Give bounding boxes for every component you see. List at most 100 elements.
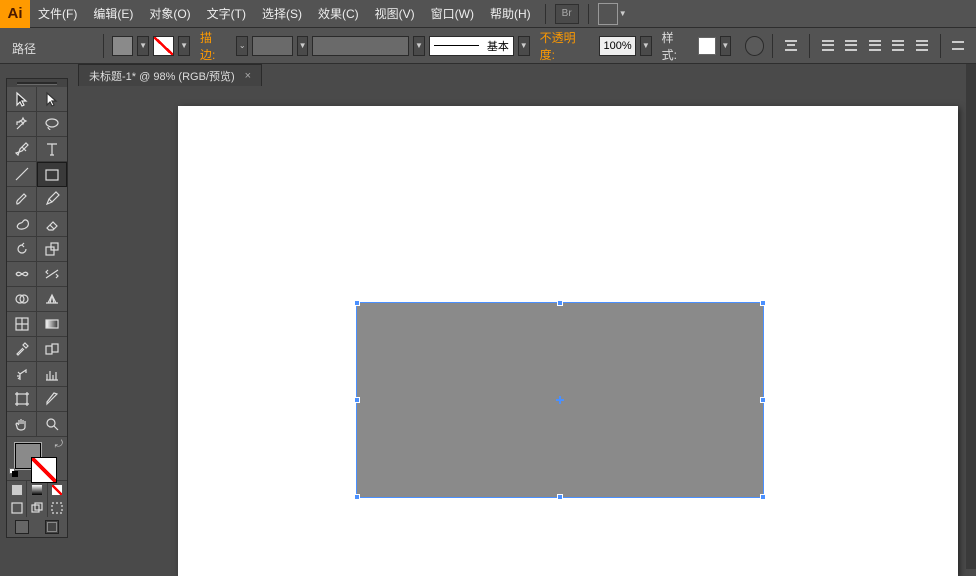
recolor-artwork-icon[interactable] bbox=[745, 36, 764, 56]
align-3-icon[interactable] bbox=[865, 36, 885, 56]
gradient-tool[interactable] bbox=[37, 312, 67, 337]
app-logo: Ai bbox=[0, 0, 30, 28]
tools-grip[interactable] bbox=[7, 79, 67, 87]
separator bbox=[809, 34, 810, 58]
stroke-weight-dd[interactable]: ▼ bbox=[297, 36, 309, 56]
separator bbox=[772, 34, 773, 58]
mesh-tool[interactable] bbox=[7, 312, 37, 337]
symbol-sprayer-tool[interactable] bbox=[7, 362, 37, 387]
style-label: 样式: bbox=[656, 29, 694, 63]
menu-bar: Ai 文件(F) 编辑(E) 对象(O) 文字(T) 选择(S) 效果(C) 视… bbox=[0, 0, 976, 28]
paintbrush-tool[interactable] bbox=[7, 187, 37, 212]
blend-tool[interactable] bbox=[37, 337, 67, 362]
draw-behind-icon[interactable] bbox=[27, 499, 47, 517]
pen-tool[interactable] bbox=[7, 137, 37, 162]
screen-mode-full[interactable] bbox=[45, 520, 59, 534]
screen-mode-row bbox=[7, 517, 67, 537]
pencil-tool[interactable] bbox=[37, 187, 67, 212]
rotate-tool[interactable] bbox=[7, 237, 37, 262]
stroke-color-box[interactable] bbox=[31, 457, 57, 483]
align-4-icon[interactable] bbox=[888, 36, 908, 56]
opacity-dd[interactable]: ▼ bbox=[640, 36, 652, 56]
stroke-weight-down[interactable]: ⌄ bbox=[236, 36, 248, 56]
separator bbox=[545, 4, 546, 24]
separator bbox=[588, 4, 589, 24]
selection-tool[interactable] bbox=[7, 87, 37, 112]
magic-wand-tool[interactable] bbox=[7, 112, 37, 137]
fill-swatch[interactable] bbox=[112, 36, 133, 56]
line-tool[interactable] bbox=[7, 162, 37, 187]
stroke-swatch[interactable] bbox=[153, 36, 174, 56]
graphic-style-swatch[interactable] bbox=[698, 37, 715, 55]
draw-normal-icon[interactable] bbox=[7, 499, 27, 517]
eyedropper-tool[interactable] bbox=[7, 337, 37, 362]
menu-effect[interactable]: 效果(C) bbox=[310, 0, 367, 28]
brush-definition[interactable]: 基本 bbox=[429, 36, 514, 56]
color-mode-gradient[interactable] bbox=[27, 481, 47, 499]
align-2-icon[interactable] bbox=[841, 36, 861, 56]
menu-select[interactable]: 选择(S) bbox=[254, 0, 310, 28]
free-transform-tool[interactable] bbox=[37, 262, 67, 287]
rectangle-shape[interactable] bbox=[356, 302, 764, 498]
align-1-icon[interactable] bbox=[818, 36, 838, 56]
screen-mode-normal[interactable] bbox=[15, 520, 29, 534]
scale-tool[interactable] bbox=[37, 237, 67, 262]
zoom-tool[interactable] bbox=[37, 412, 67, 437]
document-tabs: 未标题-1* @ 98% (RGB/预览) × bbox=[78, 64, 262, 86]
brush-dd[interactable]: ▼ bbox=[518, 36, 530, 56]
align-left-icon[interactable] bbox=[781, 36, 801, 56]
stroke-weight-field[interactable] bbox=[252, 36, 293, 56]
opacity-field[interactable]: 100% bbox=[599, 36, 636, 56]
draw-inside-icon[interactable] bbox=[48, 499, 67, 517]
fill-dropdown[interactable]: ▼ bbox=[137, 36, 149, 56]
rectangle-tool[interactable] bbox=[37, 162, 67, 187]
variable-width-profile[interactable] bbox=[312, 36, 409, 56]
direct-selection-tool[interactable] bbox=[37, 87, 67, 112]
menu-object[interactable]: 对象(O) bbox=[141, 0, 198, 28]
artboard[interactable] bbox=[178, 106, 958, 576]
close-tab-icon[interactable]: × bbox=[245, 70, 251, 82]
type-tool[interactable] bbox=[37, 137, 67, 162]
default-fill-stroke-icon[interactable] bbox=[9, 468, 19, 478]
align-5-icon[interactable] bbox=[912, 36, 932, 56]
canvas-area[interactable] bbox=[78, 86, 976, 569]
stroke-dropdown[interactable]: ▼ bbox=[178, 36, 190, 56]
document-tab-title: 未标题-1* @ 98% (RGB/预览) bbox=[89, 68, 235, 84]
options-bar: ▼ ▼ 描边: ⌄ ▼ ▼ 基本 ▼ 不透明度: 100% ▼ 样式: ▼ bbox=[0, 28, 976, 64]
perspective-grid-tool[interactable] bbox=[37, 287, 67, 312]
blob-brush-tool[interactable] bbox=[7, 212, 37, 237]
eraser-tool[interactable] bbox=[37, 212, 67, 237]
separator bbox=[103, 34, 104, 58]
width-tool[interactable] bbox=[7, 262, 37, 287]
graphic-style-dd[interactable]: ▼ bbox=[720, 36, 732, 56]
variable-width-dd[interactable]: ▼ bbox=[413, 36, 425, 56]
menu-type[interactable]: 文字(T) bbox=[199, 0, 254, 28]
stroke-label: 描边: bbox=[194, 29, 232, 63]
swap-fill-stroke-icon[interactable]: ⤾ bbox=[55, 439, 63, 450]
shape-builder-tool[interactable] bbox=[7, 287, 37, 312]
slice-tool[interactable] bbox=[37, 387, 67, 412]
draw-mode-row bbox=[7, 499, 67, 517]
opacity-label: 不透明度: bbox=[534, 29, 596, 63]
menu-help[interactable]: 帮助(H) bbox=[482, 0, 539, 28]
column-graph-tool[interactable] bbox=[37, 362, 67, 387]
transform-icon[interactable] bbox=[949, 36, 969, 56]
menu-edit[interactable]: 编辑(E) bbox=[85, 0, 141, 28]
hand-tool[interactable] bbox=[7, 412, 37, 437]
selection-context-label: 路径 bbox=[12, 40, 36, 57]
artboard-tool[interactable] bbox=[7, 387, 37, 412]
menu-file[interactable]: 文件(F) bbox=[30, 0, 85, 28]
bridge-icon[interactable]: Br bbox=[555, 4, 579, 24]
document-tab[interactable]: 未标题-1* @ 98% (RGB/预览) × bbox=[78, 64, 262, 86]
tools-panel: ⤾ bbox=[6, 78, 68, 538]
lasso-tool[interactable] bbox=[37, 112, 67, 137]
right-panel-collapsed[interactable] bbox=[966, 64, 976, 569]
menu-window[interactable]: 窗口(W) bbox=[423, 0, 482, 28]
menu-view[interactable]: 视图(V) bbox=[367, 0, 423, 28]
color-mode-none[interactable] bbox=[48, 481, 67, 499]
arrange-documents-button[interactable]: ▼ bbox=[598, 3, 628, 25]
color-mode-solid[interactable] bbox=[7, 481, 27, 499]
fill-stroke-control[interactable]: ⤾ bbox=[7, 437, 67, 481]
separator bbox=[940, 34, 941, 58]
color-mode-row bbox=[7, 481, 67, 499]
